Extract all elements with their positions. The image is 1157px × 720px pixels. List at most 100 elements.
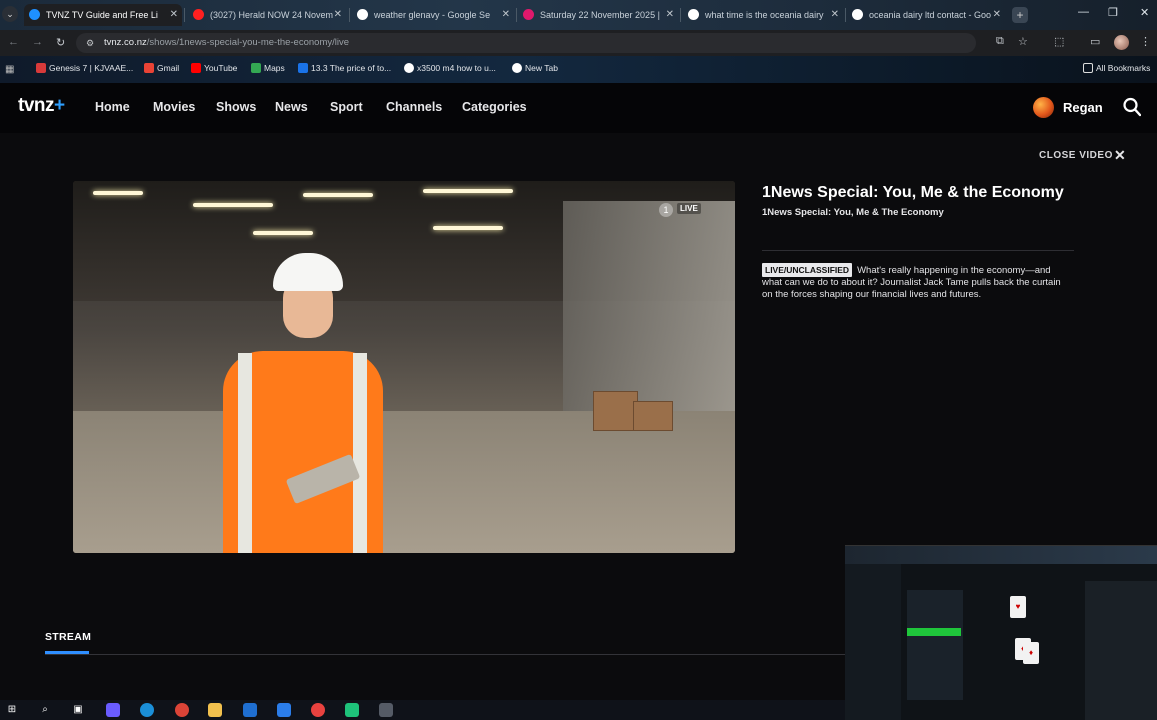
- tab-title: what time is the oceania dairy: [705, 10, 824, 20]
- vest-stripe: [353, 353, 367, 553]
- nav-home[interactable]: Home: [95, 100, 130, 114]
- tab-close-icon[interactable]: ✕: [502, 4, 510, 26]
- logo-text: tvnz: [18, 95, 55, 116]
- folder-icon: [1083, 63, 1093, 73]
- bookmark-price[interactable]: 13.3 The price of to...: [298, 63, 391, 73]
- url-host: tvnz.co.nz: [104, 37, 147, 48]
- tab-stream[interactable]: STREAM: [45, 631, 91, 643]
- pip-bet-panel: [907, 590, 963, 700]
- user-name[interactable]: Regan: [1063, 100, 1103, 115]
- copilot-icon[interactable]: [106, 703, 120, 717]
- bookmark-youtube[interactable]: YouTube: [191, 63, 237, 73]
- nav-movies[interactable]: Movies: [153, 100, 195, 114]
- tab-herald[interactable]: (3027) Herald NOW 24 Novem ✕: [188, 4, 346, 26]
- apps-grid-icon[interactable]: ▦: [5, 64, 14, 75]
- bookmark-label: Gmail: [157, 63, 180, 73]
- ceiling-light: [253, 231, 313, 235]
- tab-separator: [349, 8, 350, 22]
- profile-avatar[interactable]: [1114, 35, 1129, 50]
- site-info-icon[interactable]: ⚙: [86, 33, 94, 53]
- camera-icon[interactable]: [379, 703, 393, 717]
- user-avatar[interactable]: [1033, 97, 1054, 118]
- pip-window[interactable]: ♥ ♦ ♦: [845, 545, 1157, 720]
- close-video-button[interactable]: CLOSE VIDEO: [1039, 150, 1113, 161]
- ceiling-light: [303, 193, 373, 197]
- bookmark-favicon-icon: [36, 63, 46, 73]
- close-icon[interactable]: ✕: [1114, 147, 1126, 164]
- ceiling-light: [93, 191, 143, 195]
- bookmark-label: 13.3 The price of to...: [311, 63, 392, 73]
- vest-stripe: [238, 353, 252, 553]
- nav-categories[interactable]: Categories: [462, 100, 527, 114]
- tab-close-icon[interactable]: ✕: [993, 4, 1001, 26]
- all-bookmarks[interactable]: All Bookmarks: [1083, 63, 1150, 73]
- cast-icon[interactable]: ▭: [1090, 35, 1100, 48]
- window-close-icon[interactable]: ✕: [1140, 6, 1149, 19]
- maximize-icon[interactable]: ❐: [1108, 6, 1118, 19]
- video-player[interactable]: 1 LIVE: [73, 181, 735, 553]
- extensions-icon[interactable]: ⬚: [1054, 35, 1064, 48]
- nav-news[interactable]: News: [275, 100, 308, 114]
- ceiling-light: [423, 189, 513, 193]
- bookmark-x3500[interactable]: x3500 m4 how to u...: [404, 63, 496, 73]
- tab-weather[interactable]: weather glenavy - Google Se ✕: [352, 4, 514, 26]
- back-icon[interactable]: ←: [8, 36, 19, 48]
- url-input[interactable]: ⚙ tvnz.co.nz/shows/1news-special-you-me-…: [76, 33, 976, 53]
- install-app-icon[interactable]: ⧉: [996, 35, 1004, 48]
- tab-close-icon[interactable]: ✕: [170, 4, 178, 26]
- pip-chat-panel: [1085, 581, 1157, 720]
- show-title: 1News Special: You, Me & the Economy: [762, 184, 1064, 201]
- app-icon[interactable]: [311, 703, 325, 717]
- bookmark-gmail[interactable]: Gmail: [144, 63, 179, 73]
- chrome-icon[interactable]: [175, 703, 189, 717]
- tab-separator: [680, 8, 681, 22]
- file-explorer-icon[interactable]: [208, 703, 222, 717]
- globe-icon: [512, 63, 522, 73]
- bookmark-genesis[interactable]: Genesis 7 | KJVAAE...: [36, 63, 133, 73]
- tab-saturday[interactable]: Saturday 22 November 2025 | ✕: [518, 4, 678, 26]
- bookmark-label: Genesis 7 | KJVAAE...: [49, 63, 134, 73]
- new-tab-icon[interactable]: +: [1012, 7, 1028, 23]
- windows-start-icon[interactable]: ⊞: [5, 703, 19, 717]
- tvnz-logo[interactable]: tvnz+: [18, 95, 65, 117]
- flag-favicon-icon: [523, 9, 534, 20]
- tab-oceania-contact[interactable]: oceania dairy ltd contact - Goo ✕: [847, 4, 1005, 26]
- bookmark-star-icon[interactable]: ☆: [1018, 35, 1028, 48]
- taskbar-search-icon[interactable]: ⌕: [38, 703, 52, 717]
- nav-channels[interactable]: Channels: [386, 100, 442, 114]
- address-bar-row: ← → ↻ ⚙ tvnz.co.nz/shows/1news-special-y…: [0, 30, 1157, 56]
- store-icon[interactable]: [243, 703, 257, 717]
- bookmark-label: New Tab: [525, 63, 558, 73]
- bookmark-new-tab[interactable]: New Tab: [512, 63, 558, 73]
- outlook-icon[interactable]: [277, 703, 291, 717]
- tab-separator: [184, 8, 185, 22]
- tab-search-menu-icon[interactable]: ⌄: [2, 6, 18, 22]
- warehouse-floor: [73, 411, 735, 553]
- tab-close-icon[interactable]: ✕: [666, 4, 674, 26]
- tab-tvnz[interactable]: TVNZ TV Guide and Free Li ✕: [24, 4, 182, 26]
- youtube-favicon-icon: [193, 9, 204, 20]
- task-view-icon[interactable]: ▣: [71, 703, 85, 717]
- tab-title: Saturday 22 November 2025 |: [540, 10, 660, 20]
- nav-sport[interactable]: Sport: [330, 100, 363, 114]
- google-favicon-icon: [852, 9, 863, 20]
- minimize-icon[interactable]: —: [1078, 6, 1089, 18]
- gmail-icon: [144, 63, 154, 73]
- tab-close-icon[interactable]: ✕: [334, 4, 342, 26]
- playing-card: ♦: [1023, 642, 1039, 664]
- tab-oceania-time[interactable]: what time is the oceania dairy ✕: [683, 4, 843, 26]
- search-icon[interactable]: [1123, 97, 1141, 117]
- chrome-menu-icon[interactable]: ⋮: [1140, 35, 1151, 48]
- app-icon[interactable]: [345, 703, 359, 717]
- forward-icon[interactable]: →: [32, 36, 43, 48]
- nav-shows[interactable]: Shows: [216, 100, 256, 114]
- classification-badge: LIVE/UNCLASSIFIED: [762, 263, 853, 277]
- all-bookmarks-label: All Bookmarks: [1096, 63, 1151, 73]
- edge-icon[interactable]: [140, 703, 154, 717]
- reload-icon[interactable]: ↻: [56, 36, 65, 49]
- bookmark-maps[interactable]: Maps: [251, 63, 285, 73]
- tab-close-icon[interactable]: ✕: [831, 4, 839, 26]
- browser-tab-bar: ⌄ TVNZ TV Guide and Free Li ✕ (3027) Her…: [0, 0, 1157, 30]
- tab-separator: [516, 8, 517, 22]
- episode-title: 1News Special: You, Me & The Economy: [762, 207, 944, 218]
